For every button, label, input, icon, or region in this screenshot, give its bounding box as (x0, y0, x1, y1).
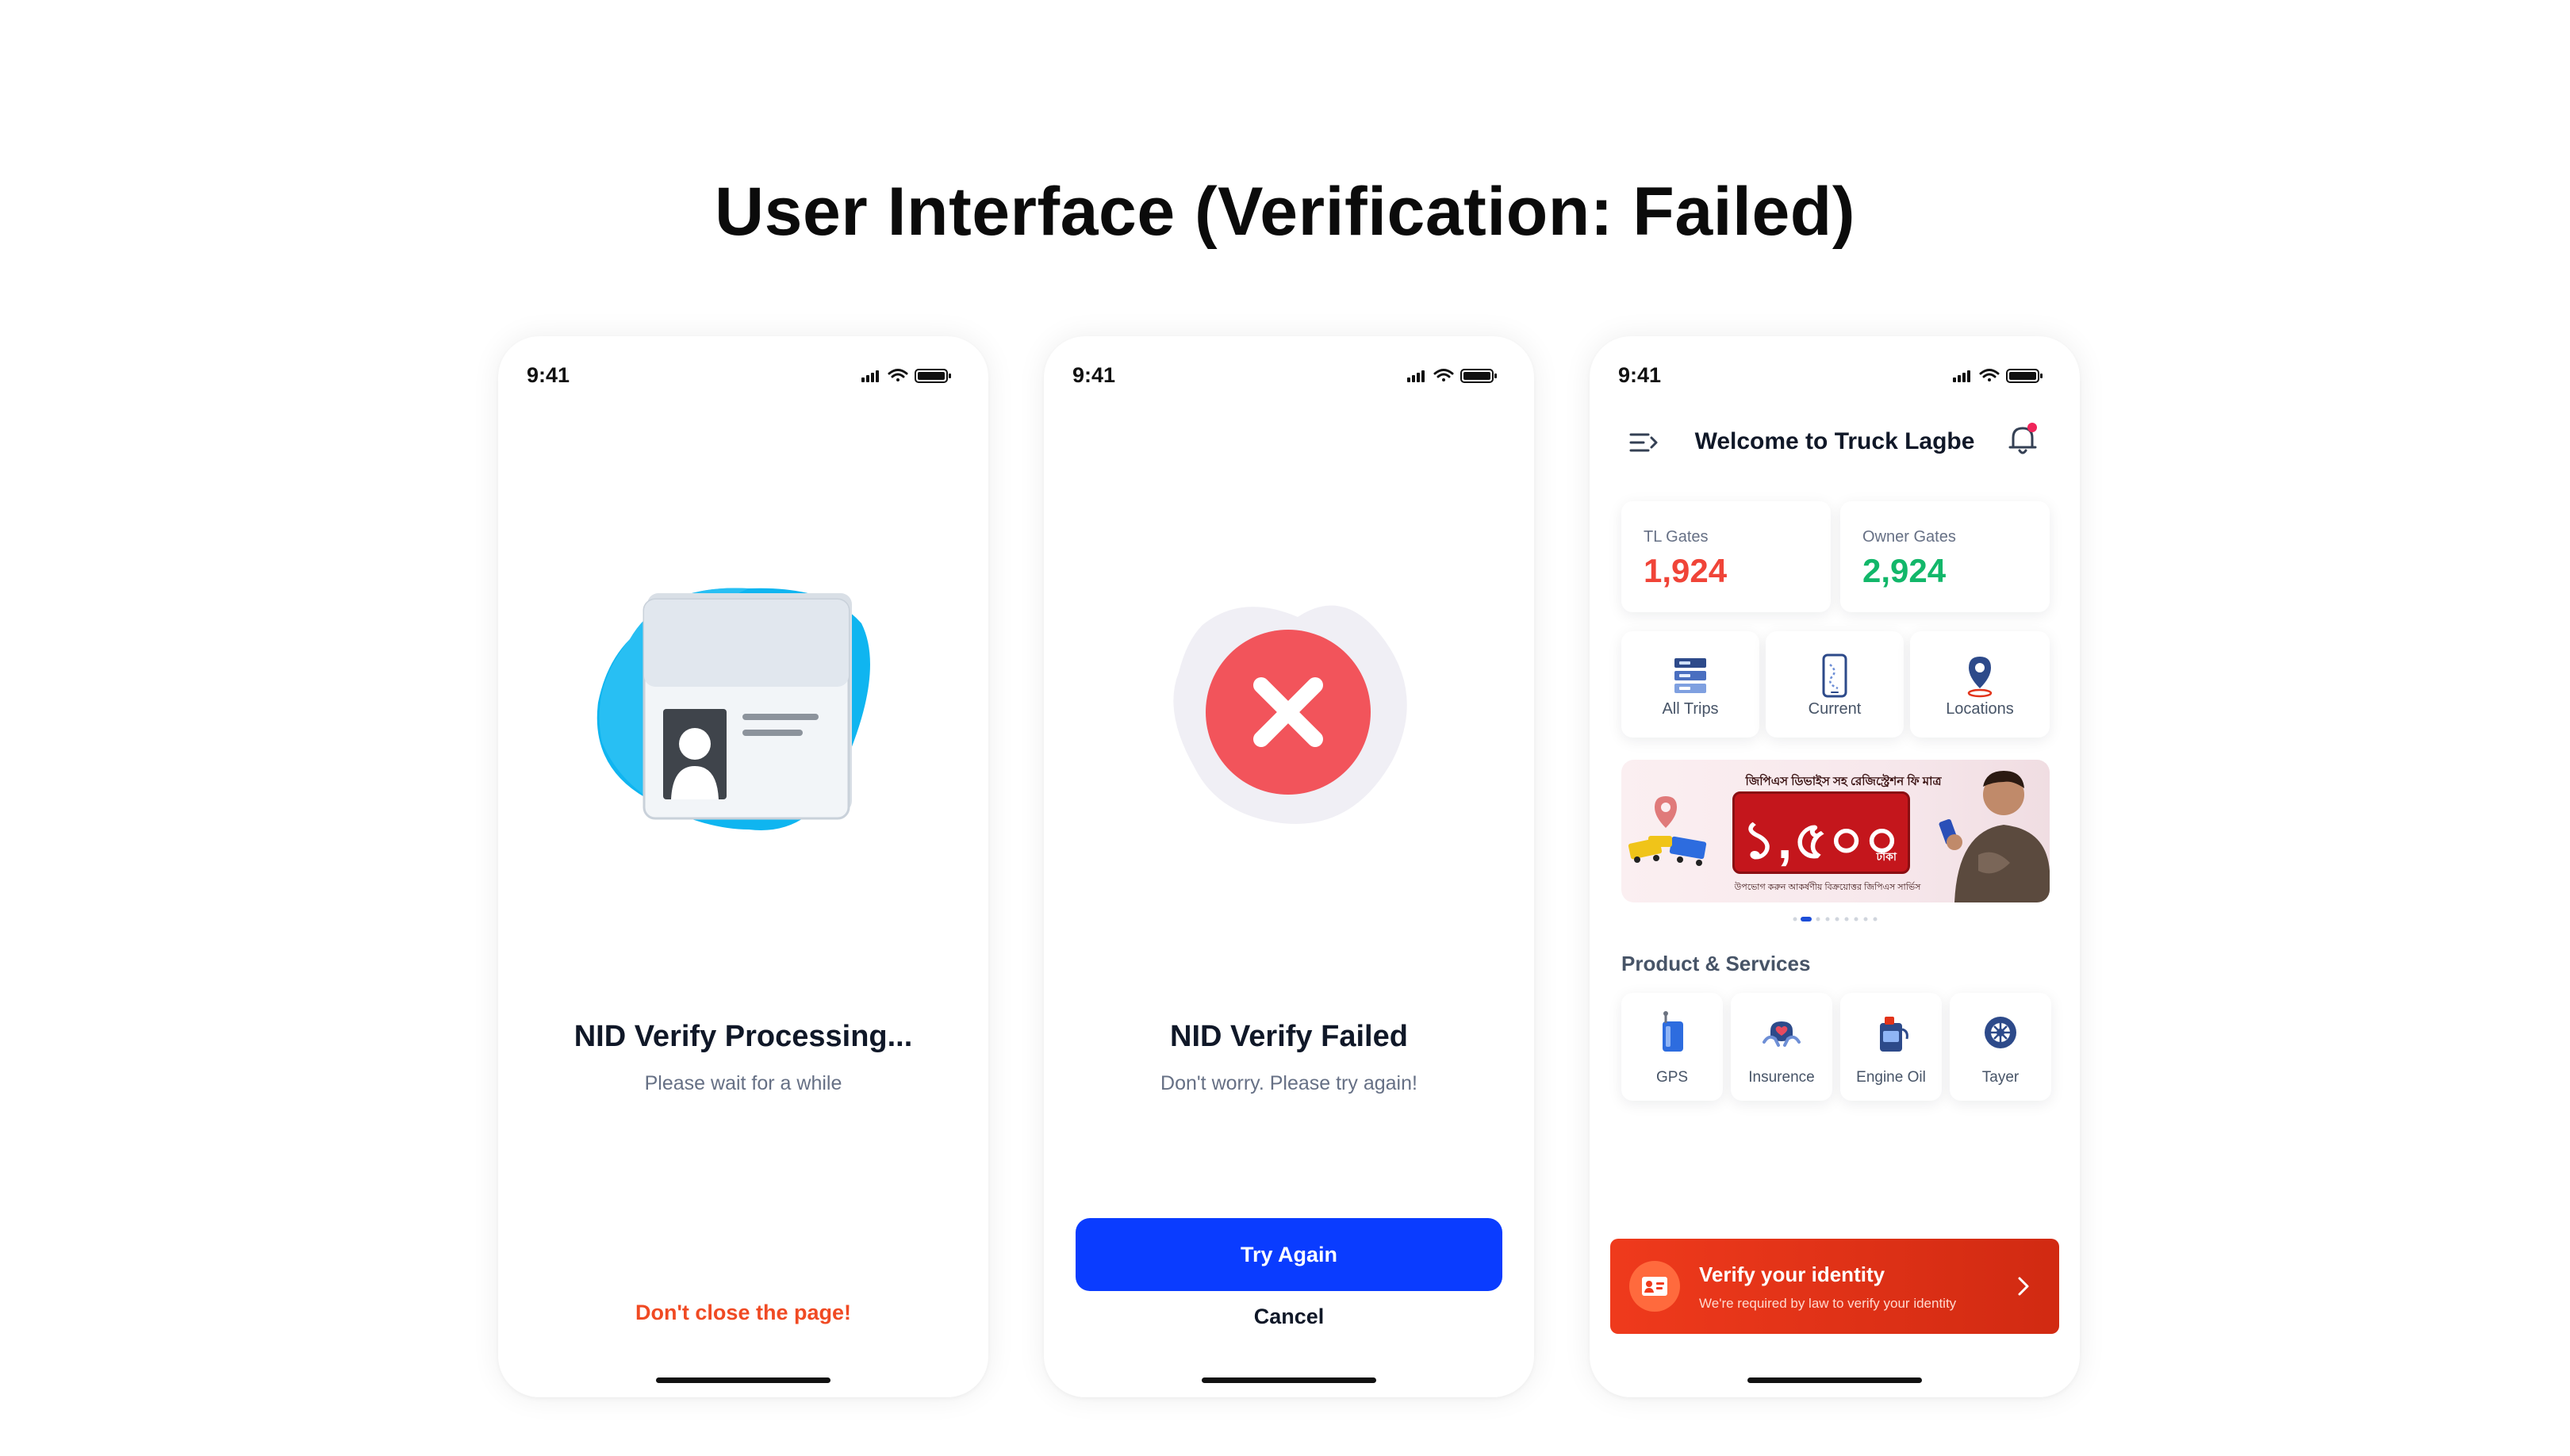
stat-value: 1,924 (1644, 552, 1728, 589)
signal-icon (1953, 370, 1970, 382)
home-indicator (656, 1377, 830, 1383)
id-card-icon (1629, 1261, 1680, 1312)
failed-subtitle: Don't worry. Please try again! (1160, 1072, 1417, 1094)
tyre-icon (1985, 1017, 2016, 1048)
section-title-products: Product & Services (1621, 952, 1811, 975)
page-title: User Interface (Verification: Failed) (715, 174, 1855, 250)
engine-oil-icon (1880, 1017, 1908, 1052)
notification-bell-icon[interactable] (2007, 422, 2039, 457)
banner-person-image (1939, 771, 2050, 902)
service-label: GPS (1655, 1069, 1689, 1086)
banner-price-box: ১,৫০০ টাকা (1732, 791, 1910, 874)
cancel-button[interactable]: Cancel (1076, 1293, 1502, 1340)
phone-screen-home: 9:41 Welcome to Truck Lagbe TL Gates 1,9… (1590, 336, 2080, 1397)
failed-illustration (1173, 605, 1407, 824)
service-tayer[interactable]: Tayer (1950, 993, 2051, 1101)
service-engine-oil[interactable]: Engine Oil (1840, 993, 1942, 1101)
stat-value: 2,924 (1862, 552, 1947, 589)
status-icons (861, 369, 951, 383)
banner-amount: ১,৫০০ (1742, 810, 1901, 869)
phone-route-icon (1822, 653, 1847, 698)
verify-subtitle: We're required by law to verify your ide… (1699, 1296, 1957, 1311)
status-time: 9:41 (1618, 363, 1662, 387)
home-indicator (1202, 1377, 1376, 1383)
verify-title: Verify your identity (1699, 1263, 1885, 1286)
status-bar: 9:41 (498, 352, 988, 397)
home-header: Welcome to Truck Lagbe (1590, 411, 2080, 474)
battery-icon (1460, 369, 1497, 383)
promo-banner[interactable]: জিপিএস ডিভাইস সহ রেজিস্ট্রেশন ফি মাত্র ১… (1621, 760, 2050, 902)
quick-action-all-trips[interactable]: All Trips (1621, 631, 1759, 738)
stat-label: Owner Gates (1862, 528, 1956, 546)
processing-subtitle: Please wait for a while (644, 1072, 842, 1094)
phone-screen-processing: 9:41 NID Verify Processing... Please wai… (498, 336, 988, 1397)
carousel-dots[interactable] (1791, 915, 1886, 923)
wifi-icon (1433, 369, 1454, 381)
service-gps[interactable]: GPS (1621, 993, 1723, 1101)
status-icons (1407, 369, 1497, 383)
failed-title: NID Verify Failed (1170, 1020, 1408, 1053)
verify-identity-banner[interactable]: Verify your identity We're required by l… (1610, 1239, 2059, 1334)
battery-icon (2006, 369, 2043, 383)
status-time: 9:41 (527, 363, 570, 387)
status-icons (1953, 369, 2043, 383)
banner-unit: টাকা (1876, 850, 1897, 863)
wifi-icon (1979, 369, 2000, 381)
stat-card-owner-gates[interactable]: Owner Gates 2,924 (1840, 501, 2050, 612)
quick-action-label: Locations (1946, 700, 2014, 718)
quick-action-current[interactable]: Current (1766, 631, 1904, 738)
service-label: Tayer (1981, 1069, 2020, 1086)
stat-card-tl-gates[interactable]: TL Gates 1,924 (1621, 501, 1831, 612)
banner-bottom-text: উপভোগ করুন আকর্ষণীয় বিক্রয়োত্তর জিপিএস… (1734, 883, 1921, 892)
stat-label: TL Gates (1644, 528, 1709, 546)
service-insurance[interactable]: Insurence (1731, 993, 1832, 1101)
banner-top-text: জিপিএস ডিভাইস সহ রেজিস্ট্রেশন ফি মাত্র (1745, 775, 1942, 788)
quick-action-label: All Trips (1662, 700, 1719, 718)
map-pin-trucks-illustration (1628, 796, 1707, 866)
dont-close-warning: Don't close the page! (635, 1301, 851, 1324)
status-bar: 9:41 (1590, 352, 2080, 397)
home-indicator (1747, 1377, 1922, 1383)
signal-icon (861, 370, 879, 382)
gps-device-icon (1663, 1011, 1683, 1052)
phone-screen-failed: 9:41 NID Verify Failed Don't worry. Plea… (1044, 336, 1534, 1397)
processing-title: NID Verify Processing... (573, 1020, 913, 1053)
chevron-right-icon (2018, 1277, 2029, 1296)
battery-icon (915, 369, 951, 383)
id-card-illustration (596, 588, 870, 830)
quick-action-locations[interactable]: Locations (1910, 631, 2050, 738)
signal-icon (1407, 370, 1425, 382)
wifi-icon (888, 369, 908, 381)
try-again-button[interactable]: Try Again (1076, 1218, 1502, 1291)
service-label: Insurence (1748, 1069, 1815, 1086)
insurance-hands-icon (1763, 1021, 1801, 1047)
trips-stack-icon (1674, 658, 1706, 693)
status-time: 9:41 (1072, 363, 1116, 387)
quick-action-label: Current (1808, 700, 1862, 718)
status-bar: 9:41 (1044, 352, 1534, 397)
service-label: Engine Oil (1856, 1069, 1926, 1086)
location-pin-icon (1967, 657, 1993, 698)
